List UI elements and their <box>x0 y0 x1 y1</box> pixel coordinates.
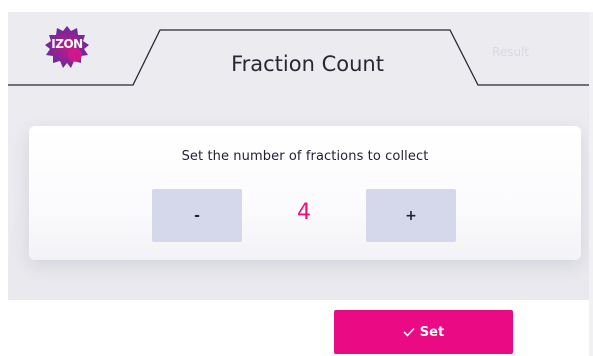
fraction-count-value: 4 <box>297 200 311 225</box>
tab-fraction-count[interactable]: Fraction Count <box>175 52 440 76</box>
tab-result[interactable]: Result <box>492 45 529 59</box>
increment-button[interactable]: + <box>366 189 456 242</box>
fraction-card <box>29 126 581 260</box>
set-button[interactable]: Set <box>334 310 513 354</box>
increment-label: + <box>405 207 417 224</box>
set-button-label: Set <box>419 324 445 340</box>
card-title: Set the number of fractions to collect <box>181 149 429 164</box>
decrement-label: - <box>194 207 200 224</box>
right-edge <box>589 12 593 356</box>
logo-text: IZON <box>51 37 83 51</box>
check-icon <box>403 327 415 337</box>
decrement-button[interactable]: - <box>152 189 242 242</box>
